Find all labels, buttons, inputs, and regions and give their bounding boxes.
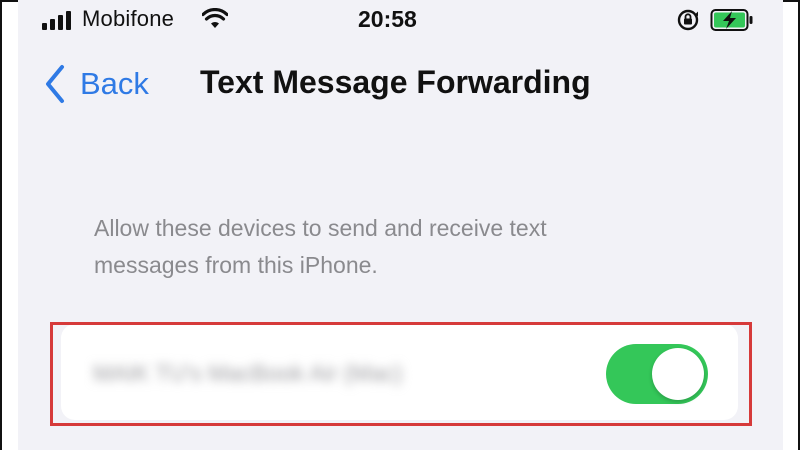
signal-icon: [42, 10, 74, 30]
back-label: Back: [80, 66, 149, 101]
wifi-icon: [202, 8, 228, 28]
forwarding-toggle[interactable]: [606, 344, 708, 404]
device-row: MAIK TU's MacBook Air (Mac): [61, 324, 738, 420]
status-bar: Mobifone 20:58: [18, 0, 783, 44]
frame-border-left: [0, 0, 2, 450]
screenshot-frame: Mobifone 20:58 Back Text Message Forward…: [0, 0, 800, 450]
toggle-knob: [652, 348, 704, 400]
page-title: Text Message Forwarding: [200, 64, 591, 100]
battery-charging-icon: [710, 9, 753, 31]
phone-screen: Mobifone 20:58 Back Text Message Forward…: [18, 0, 783, 450]
chevron-left-icon: [46, 65, 64, 103]
back-button[interactable]: Back: [44, 60, 149, 108]
section-footer-text: Allow these devices to send and receive …: [94, 210, 734, 284]
status-time: 20:58: [358, 6, 417, 32]
device-name: MAIK TU's MacBook Air (Mac): [93, 360, 403, 386]
rotation-lock-icon: [677, 9, 699, 31]
description-line-2: messages from this iPhone.: [94, 252, 378, 278]
carrier-name: Mobifone: [82, 6, 175, 31]
description-line-1: Allow these devices to send and receive …: [94, 215, 547, 241]
